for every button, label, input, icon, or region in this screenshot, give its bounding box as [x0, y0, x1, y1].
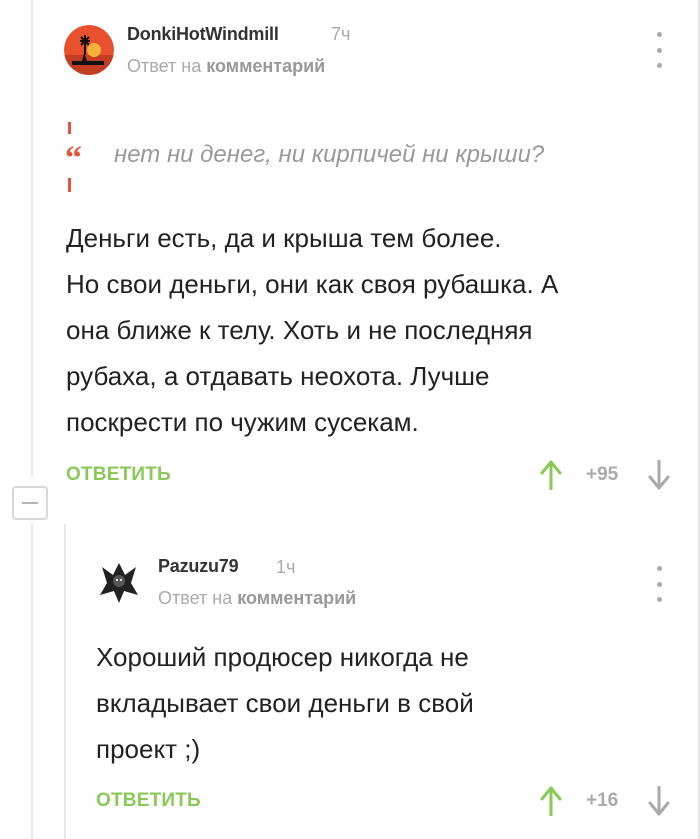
comment-menu-button[interactable] — [654, 32, 664, 68]
comment-body-line: она ближе к телу. Хоть и не последняя — [66, 315, 533, 345]
comment-menu-button[interactable] — [654, 566, 664, 602]
comment-body-line: Деньги есть, да и крыша тем более. — [66, 223, 502, 253]
reply-to-info: Ответ на комментарий — [158, 588, 356, 609]
comment-body-line: поскрести по чужим сусекам. — [66, 407, 419, 437]
thread-line — [31, 524, 33, 839]
reply-target-link[interactable]: комментарий — [237, 588, 356, 608]
reply-button[interactable]: ОТВЕТИТЬ — [66, 464, 171, 486]
reply-button[interactable]: ОТВЕТИТЬ — [96, 790, 201, 812]
quote-icon: “ — [65, 122, 82, 192]
comment-body: Хороший продюсер никогда не вкладывает с… — [96, 634, 474, 772]
reply-prefix: Ответ на — [127, 56, 202, 76]
collapse-icon — [22, 502, 38, 504]
comment-body-line: вкладывает свои деньги в свой — [96, 688, 474, 718]
menu-dots-icon — [656, 32, 662, 37]
comment-author[interactable]: Pazuzu79 — [158, 556, 239, 577]
arrow-up-icon[interactable] — [540, 786, 562, 816]
comment-body-line: Но свои деньги, они как своя рубашка. А — [66, 269, 559, 299]
arrow-down-icon[interactable] — [648, 460, 670, 490]
svg-text:“: “ — [65, 140, 82, 177]
comment-body: Деньги есть, да и крыша тем более. Но св… — [66, 215, 558, 445]
comment-body-line: проект ;) — [96, 734, 201, 764]
comment-time: 1ч — [276, 557, 296, 577]
arrow-up-icon[interactable] — [540, 460, 562, 490]
comment-score: +16 — [586, 790, 619, 811]
avatar[interactable] — [94, 557, 144, 607]
thread-line — [31, 0, 33, 476]
comment-time: 7ч — [331, 24, 351, 44]
avatar[interactable] — [64, 25, 114, 75]
reply-prefix: Ответ на — [158, 588, 233, 608]
arrow-down-icon[interactable] — [648, 786, 670, 816]
reply-target-link[interactable]: комментарий — [206, 56, 325, 76]
comment-body-line: Хороший продюсер никогда не — [96, 642, 469, 672]
comment-score: +95 — [586, 464, 619, 485]
collapse-thread-button[interactable] — [12, 486, 48, 520]
thread-line-nested — [64, 524, 66, 839]
reply-to-info: Ответ на комментарий — [127, 56, 325, 77]
comment-author[interactable]: DonkiHotWindmill — [127, 24, 279, 45]
quoted-text: нет ни денег, ни кирпичей ни крыши? — [114, 141, 545, 168]
comment-body-line: рубаха, а отдавать неохота. Лучше — [66, 361, 490, 391]
menu-dots-icon — [656, 566, 662, 571]
